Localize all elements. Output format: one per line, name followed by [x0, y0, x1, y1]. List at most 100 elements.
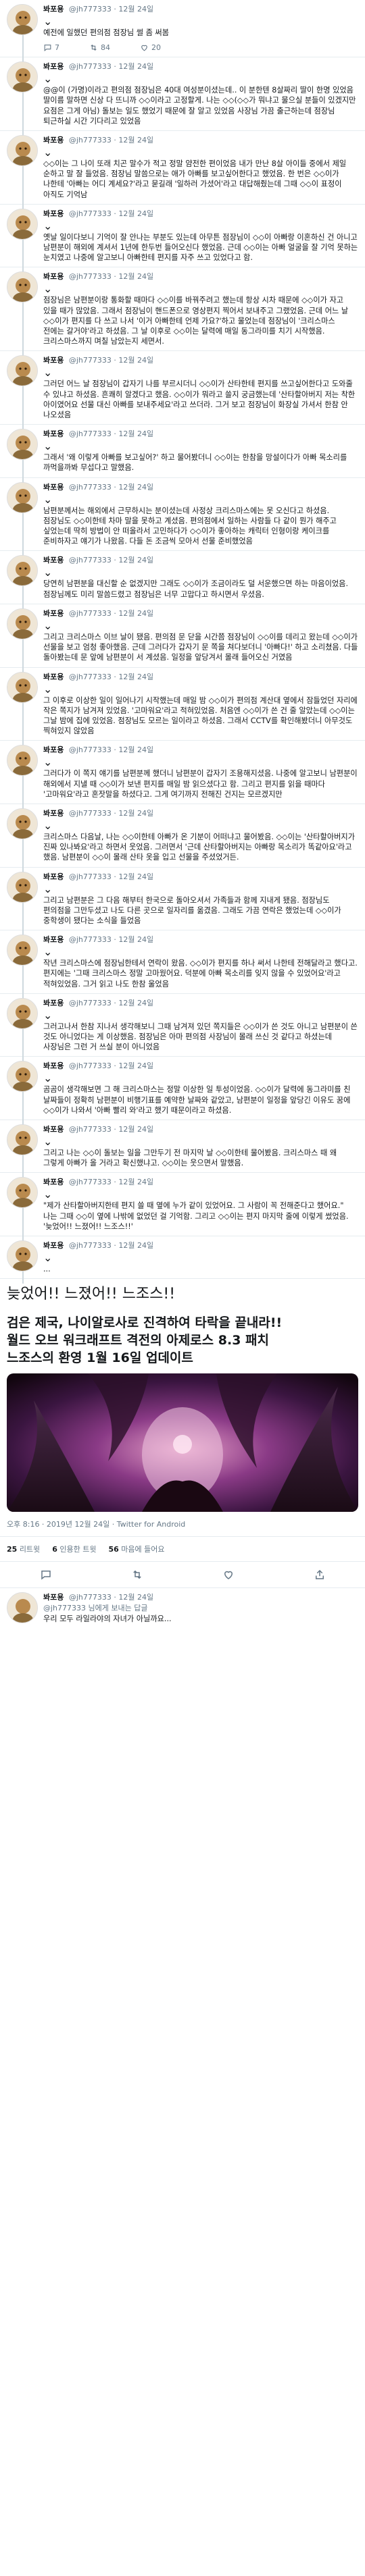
thread-tweet[interactable]: 봐포용 @jh777333 · 12월 24일 ⌄ 그 이후로 이상한 일이 일… [0, 668, 365, 746]
reply-tweet[interactable]: 봐포용 @jh777333 · 12월 24일 @jh777333 님에게 보내… [0, 1588, 365, 1628]
tweet-time[interactable]: 12월 24일 [118, 935, 153, 944]
tweet-time[interactable]: 12월 24일 [118, 556, 153, 564]
tweet-time[interactable]: 12월 24일 [118, 673, 153, 681]
avatar[interactable] [7, 1240, 38, 1271]
author-handle[interactable]: @jh777333 [69, 745, 112, 754]
tweet-time[interactable]: 12월 24일 [118, 136, 153, 144]
chevron-down-icon[interactable]: ⌄ [43, 1072, 52, 1084]
thread-tweet[interactable]: 봐포용 @jh777333 · 12월 24일 ⌄ 점장님은 남편분이랑 통화할… [0, 267, 365, 357]
chevron-down-icon[interactable]: ⌄ [43, 15, 52, 28]
author-name[interactable]: 봐포용 [43, 673, 64, 681]
chevron-down-icon[interactable]: ⌄ [43, 282, 52, 295]
avatar[interactable] [7, 745, 38, 777]
author-name[interactable]: 봐포용 [43, 356, 64, 365]
chevron-down-icon[interactable]: ⌄ [43, 219, 52, 232]
author-name[interactable]: 봐포용 [43, 62, 64, 71]
avatar[interactable] [7, 135, 38, 167]
chevron-down-icon[interactable]: ⌄ [43, 366, 52, 379]
tweet-time[interactable]: 12월 24일 [118, 272, 153, 281]
author-name[interactable]: 봐포용 [43, 209, 64, 218]
author-handle[interactable]: @jh777333 [69, 809, 112, 818]
author-name[interactable]: 봐포용 [43, 1061, 64, 1070]
avatar[interactable] [7, 608, 38, 639]
tweet-time[interactable]: 12월 24일 [118, 1593, 153, 1602]
quote-stat[interactable]: 6 인용한 트윗 [52, 1544, 96, 1554]
tweet-time[interactable]: 12월 24일 [118, 1241, 153, 1250]
avatar[interactable] [7, 671, 38, 703]
avatar[interactable] [7, 871, 38, 903]
reply-to[interactable]: @jh777333 님에게 보내는 답글 [43, 1603, 358, 1614]
avatar[interactable] [7, 1592, 38, 1624]
tweet-time[interactable]: 12월 24일 [118, 999, 153, 1007]
author-name[interactable]: 봐포용 [43, 609, 64, 618]
reply-button[interactable]: 7 [43, 43, 59, 52]
author-handle[interactable]: @jh777333 [69, 5, 112, 14]
chevron-down-icon[interactable]: ⌄ [43, 493, 52, 506]
tweet-time[interactable]: 12월 24일 [118, 1125, 153, 1134]
tweet-time[interactable]: 12월 24일 [118, 209, 153, 218]
author-handle[interactable]: @jh777333 [69, 429, 112, 438]
tweet-time[interactable]: 12월 24일 [118, 872, 153, 881]
thread-tweet[interactable]: 봐포용 @jh777333 · 12월 24일 ⌄ ◇◇이는 그 나이 또래 치… [0, 131, 365, 209]
author-name[interactable]: 봐포용 [43, 1241, 64, 1250]
reply-icon[interactable] [40, 1569, 52, 1581]
author-name[interactable]: 봐포용 [43, 5, 64, 14]
author-handle[interactable]: @jh777333 [69, 556, 112, 564]
thread-tweet[interactable]: 봐포용 @jh777333 · 12월 24일 ⌄ 예전에 일했던 편의점 점장… [0, 0, 365, 63]
thread-tweet[interactable]: 봐포용 @jh777333 · 12월 24일 ⌄ 그리고 나는 ◇◇이 돌보는… [0, 1120, 365, 1178]
like-icon[interactable] [222, 1569, 235, 1581]
tweet-time[interactable]: 12월 24일 [118, 429, 153, 438]
like-button[interactable]: 20 [140, 43, 161, 52]
tweet-time[interactable]: 12월 24일 [118, 62, 153, 71]
author-handle[interactable]: @jh777333 [69, 935, 112, 944]
author-name[interactable]: 봐포용 [43, 745, 64, 754]
chevron-down-icon[interactable]: ⌄ [43, 619, 52, 632]
author-name[interactable]: 봐포용 [43, 809, 64, 818]
author-name[interactable]: 봐포용 [43, 483, 64, 492]
avatar[interactable] [7, 1177, 38, 1209]
promo-image[interactable] [7, 1373, 358, 1513]
avatar[interactable] [7, 61, 38, 93]
thread-tweet[interactable]: 봐포용 @jh777333 · 12월 24일 ⌄ 남편분께서는 해외에서 근무… [0, 478, 365, 556]
avatar[interactable] [7, 355, 38, 387]
author-handle[interactable]: @jh777333 [69, 356, 112, 365]
avatar[interactable] [7, 4, 38, 35]
thread-tweet[interactable]: 봐포용 @jh777333 · 12월 24일 ⌄ "제가 산타할아버지한테 편… [0, 1173, 365, 1241]
thread-tweet[interactable]: 봐포용 @jh777333 · 12월 24일 ⌄ 크리스마스 다음날, 나는 … [0, 804, 365, 872]
author-handle[interactable]: @jh777333 [69, 272, 112, 281]
tweet-time[interactable]: 12월 24일 [118, 1061, 153, 1070]
thread-tweet[interactable]: 봐포용 @jh777333 · 12월 24일 ⌄ 작년 크리스마스에 점장님한… [0, 930, 365, 999]
author-handle[interactable]: @jh777333 [69, 1593, 112, 1602]
author-name[interactable]: 봐포용 [43, 999, 64, 1007]
author-handle[interactable]: @jh777333 [69, 1125, 112, 1134]
thread-tweet[interactable]: 봐포용 @jh777333 · 12월 24일 ⌄ 그리고 남편분은 그 다음 … [0, 868, 365, 936]
chevron-down-icon[interactable]: ⌄ [43, 566, 52, 579]
author-name[interactable]: 봐포용 [43, 872, 64, 881]
tweet-time[interactable]: 12월 24일 [118, 1178, 153, 1186]
author-handle[interactable]: @jh777333 [69, 1061, 112, 1070]
avatar[interactable] [7, 1124, 38, 1155]
author-handle[interactable]: @jh777333 [69, 1241, 112, 1250]
like-stat[interactable]: 56 마음에 들어요 [108, 1544, 164, 1554]
thread-tweet[interactable]: 봐포용 @jh777333 · 12월 24일 ⌄ 그리고 크리스마스 이브 날… [0, 604, 365, 673]
avatar[interactable] [7, 481, 38, 513]
retweet-button[interactable]: 84 [89, 43, 110, 52]
author-name[interactable]: 봐포용 [43, 136, 64, 144]
author-handle[interactable]: @jh777333 [69, 673, 112, 681]
tweet-time[interactable]: 12월 24일 [118, 745, 153, 754]
thread-tweet[interactable]: 봐포용 @jh777333 · 12월 24일 ⌄ 당연히 남편분을 대신할 순… [0, 551, 365, 609]
chevron-down-icon[interactable]: ⌄ [43, 756, 52, 768]
avatar[interactable] [7, 429, 38, 461]
chevron-down-icon[interactable]: ⌄ [43, 146, 52, 159]
tweet-time[interactable]: 12월 24일 [118, 483, 153, 492]
chevron-down-icon[interactable]: ⌄ [43, 1188, 52, 1201]
thread-tweet[interactable]: 봐포용 @jh777333 · 12월 24일 ⌄ 그러던 어느 날 점장님이 … [0, 351, 365, 430]
retweet-stat[interactable]: 25 리트윗 [7, 1544, 40, 1554]
chevron-down-icon[interactable]: ⌄ [43, 440, 52, 452]
thread-tweet[interactable]: 봐포용 @jh777333 · 12월 24일 ⌄ 그러다가 이 쪽지 얘기를 … [0, 741, 365, 809]
author-name[interactable]: 봐포용 [43, 429, 64, 438]
avatar[interactable] [7, 1061, 38, 1093]
author-name[interactable]: 봐포용 [43, 1178, 64, 1186]
author-handle[interactable]: @jh777333 [69, 62, 112, 71]
author-name[interactable]: 봐포용 [43, 935, 64, 944]
